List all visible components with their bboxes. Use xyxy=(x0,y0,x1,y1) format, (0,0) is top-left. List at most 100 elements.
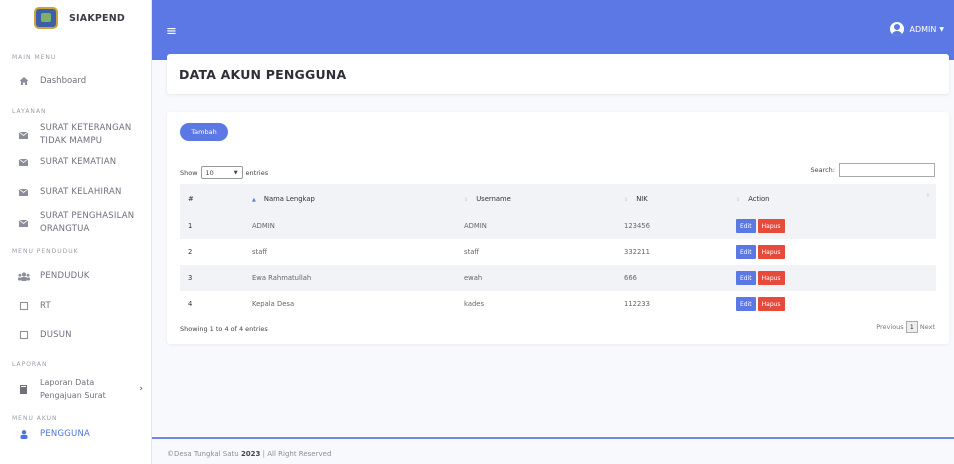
brand[interactable]: SIAKPEND xyxy=(0,0,151,36)
sidebar-item-label: DUSUN xyxy=(40,329,72,340)
table-info: Showing 1 to 4 of 4 entries xyxy=(180,325,268,333)
sidebar-item-pengguna[interactable]: PENGGUNA xyxy=(0,426,151,442)
cell-number: 1 xyxy=(188,222,193,230)
delete-button[interactable]: Hapus xyxy=(757,271,785,285)
menu-toggle-icon[interactable]: ≡ xyxy=(166,24,177,39)
sort-icon: ⇕ xyxy=(925,193,930,199)
col-nik[interactable]: ⇕ NIK xyxy=(616,184,728,213)
section-layanan: LAYANAN xyxy=(12,108,47,115)
sidebar-item-label: PENDUDUK xyxy=(40,270,90,281)
edit-button[interactable]: Edit xyxy=(736,219,756,233)
cell-nik: 666 xyxy=(624,274,637,282)
section-akun: MENU AKUN xyxy=(12,415,58,422)
edit-button[interactable]: Edit xyxy=(736,245,756,259)
pagination: Previous 1 Next xyxy=(876,321,935,333)
add-button[interactable]: Tambah xyxy=(180,123,228,141)
col-username[interactable]: ⇕ Username xyxy=(456,184,616,213)
col-label: Action xyxy=(748,194,770,203)
page-size-select[interactable]: 10 ▼ xyxy=(200,166,243,179)
user-name: ADMIN xyxy=(909,24,937,34)
col-label: Username xyxy=(476,194,511,203)
envelope-icon xyxy=(17,219,30,227)
sort-icon: ⇕ xyxy=(464,196,469,203)
footer: ©Desa Tungkal Satu 2023 | All Right Rese… xyxy=(167,450,331,458)
sidebar-item-label: Laporan Data Pengajuan Surat xyxy=(40,378,106,400)
table-row: 1 ADMIN ADMIN 123456 Edit Hapus xyxy=(180,213,936,239)
user-menu[interactable]: ADMIN ▼ xyxy=(890,22,944,36)
delete-button[interactable]: Hapus xyxy=(757,297,785,311)
sidebar-item-penghasilan[interactable]: SURAT PENGHASILAN ORANGTUA xyxy=(0,208,151,238)
envelope-icon xyxy=(17,158,30,166)
cell-nama: Kepala Desa xyxy=(252,300,295,308)
cell-nama: staff xyxy=(252,248,268,256)
envelope-icon xyxy=(17,131,30,139)
footer-suffix: | All Right Reserved xyxy=(262,450,332,458)
envelope-icon xyxy=(17,188,30,196)
section-laporan: LAPORAN xyxy=(12,361,48,368)
section-penduduk: MENU PENDUDUK xyxy=(12,248,79,255)
entries-label: entries xyxy=(245,168,269,177)
col-label: Nama Lengkap xyxy=(263,194,315,203)
sidebar-item-kelahiran[interactable]: SURAT KELAHIRAN xyxy=(0,185,151,199)
cell-nik: 112233 xyxy=(624,300,650,308)
cell-action: Edit Hapus xyxy=(728,213,936,239)
sidebar-item-rt[interactable]: RT xyxy=(0,299,151,313)
col-nama[interactable]: ▲ Nama Lengkap xyxy=(244,184,456,213)
col-number[interactable]: # xyxy=(180,184,244,213)
page-1-button[interactable]: 1 xyxy=(905,321,918,333)
sidebar-item-kematian[interactable]: SURAT KEMATIAN xyxy=(0,155,151,169)
cell-number: 2 xyxy=(188,248,193,256)
sidebar-item-penduduk[interactable]: PENDUDUK xyxy=(0,269,151,283)
square-icon xyxy=(17,302,30,310)
sidebar-item-dashboard[interactable]: Dashboard xyxy=(0,73,151,89)
search-label: Search: xyxy=(810,166,835,174)
user-icon xyxy=(17,429,30,439)
square-icon xyxy=(17,331,30,339)
cell-username: ewah xyxy=(464,274,483,282)
sidebar-item-label: RT xyxy=(40,300,51,311)
topbar: ≡ ADMIN ▼ xyxy=(152,0,954,60)
page-size-value: 10 xyxy=(205,168,214,177)
footer-year: 2023 xyxy=(240,450,261,458)
sidebar-item-label: Dashboard xyxy=(40,75,87,86)
sidebar-item-sktm[interactable]: SURAT KETERANGAN TIDAK MAMPU xyxy=(0,120,151,150)
users-icon xyxy=(17,272,30,281)
sort-asc-icon: ▲ xyxy=(252,196,256,203)
users-table: # ▲ Nama Lengkap ⇕ Username ⇕ NIK ⇕ Action ⇕ … xyxy=(180,184,936,317)
sidebar-item-laporan[interactable]: Laporan Data Pengajuan Surat › xyxy=(0,374,151,404)
sidebar-item-label: PENGGUNA xyxy=(40,428,91,439)
cell-action: Edit Hapus xyxy=(728,265,936,291)
cell-nama: ADMIN xyxy=(252,222,275,230)
col-action[interactable]: ⇕ Action ⇕ xyxy=(728,184,936,213)
search-control: Search: xyxy=(810,163,935,177)
delete-button[interactable]: Hapus xyxy=(757,245,785,259)
village-logo-icon xyxy=(34,7,58,29)
col-label: NIK xyxy=(636,194,648,203)
sidebar-item-label: SURAT KELAHIRAN xyxy=(40,186,122,197)
chevron-right-icon[interactable]: › xyxy=(139,384,143,394)
footer-divider xyxy=(152,437,954,439)
next-button[interactable]: Next xyxy=(920,323,935,331)
cell-username: kades xyxy=(464,300,485,308)
content-card: Tambah Show 10 ▼ entries Search: # ▲ Nama… xyxy=(167,112,949,344)
cell-number: 4 xyxy=(188,300,193,308)
search-input[interactable] xyxy=(839,163,935,177)
col-label: # xyxy=(188,194,194,203)
cell-action: Edit Hapus xyxy=(728,291,936,317)
edit-button[interactable]: Edit xyxy=(736,271,756,285)
page-title: DATA AKUN PENGGUNA xyxy=(179,67,347,82)
sidebar-item-label: SURAT KETERANGAN TIDAK MAMPU xyxy=(40,123,132,146)
user-avatar-icon xyxy=(890,22,905,36)
brand-name: SIAKPEND xyxy=(69,12,125,24)
sidebar-item-label: SURAT KEMATIAN xyxy=(40,156,117,167)
table-row: 4 Kepala Desa kades 112233 Edit Hapus xyxy=(180,291,936,317)
table-header-row: # ▲ Nama Lengkap ⇕ Username ⇕ NIK ⇕ Action ⇕ xyxy=(180,184,936,213)
cell-username: staff xyxy=(464,248,480,256)
sort-icon: ⇕ xyxy=(624,196,629,203)
edit-button[interactable]: Edit xyxy=(736,297,756,311)
sidebar-item-dusun[interactable]: DUSUN xyxy=(0,328,151,342)
delete-button[interactable]: Hapus xyxy=(757,219,785,233)
home-icon xyxy=(17,76,30,86)
previous-button[interactable]: Previous xyxy=(876,323,903,331)
page-size-control: Show 10 ▼ entries xyxy=(180,166,268,179)
